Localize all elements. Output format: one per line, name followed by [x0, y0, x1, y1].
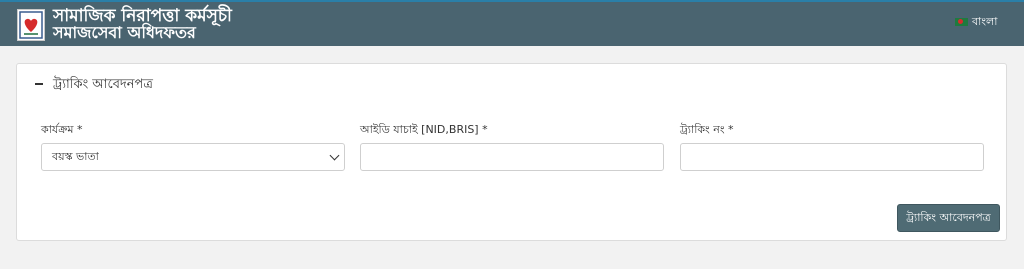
bangladesh-flag-icon [955, 18, 968, 26]
program-label: কার্যক্রম * [41, 123, 83, 136]
app-subtitle: সমাজসেবা অধিদফতর [53, 23, 196, 42]
id-verify-input[interactable] [360, 143, 664, 171]
collapse-icon[interactable] [35, 82, 43, 85]
top-header-bar: সামাজিক নিরাপত্তা কর্মসূচী সমাজসেবা অধিদ… [0, 0, 1024, 46]
language-switch[interactable]: বাংলা [955, 15, 997, 29]
language-label: বাংলা [972, 15, 998, 28]
section-title: ট্র্যাকিং আবেদনপত্র [53, 77, 153, 92]
program-selected-value: বয়স্ক ভাতা [52, 150, 99, 163]
tracking-no-label: ট্র্যাকিং নং * [680, 123, 734, 136]
program-select[interactable]: বয়স্ক ভাতা [41, 143, 345, 171]
section-header[interactable]: ট্র্যাকিং আবেদনপত্র [35, 75, 153, 95]
tracking-submit-button[interactable]: ট্র্যাকিং আবেদনপত্র [897, 204, 1000, 232]
tracking-form-card: ট্র্যাকিং আবেদনপত্র কার্যক্রম * বয়স্ক ভ… [16, 63, 1007, 241]
tracking-no-input[interactable] [680, 143, 984, 171]
logo-icon [17, 9, 45, 41]
id-verify-label: আইডি যাচাই [NID,BRIS] * [360, 123, 488, 136]
chevron-down-icon [329, 150, 340, 161]
